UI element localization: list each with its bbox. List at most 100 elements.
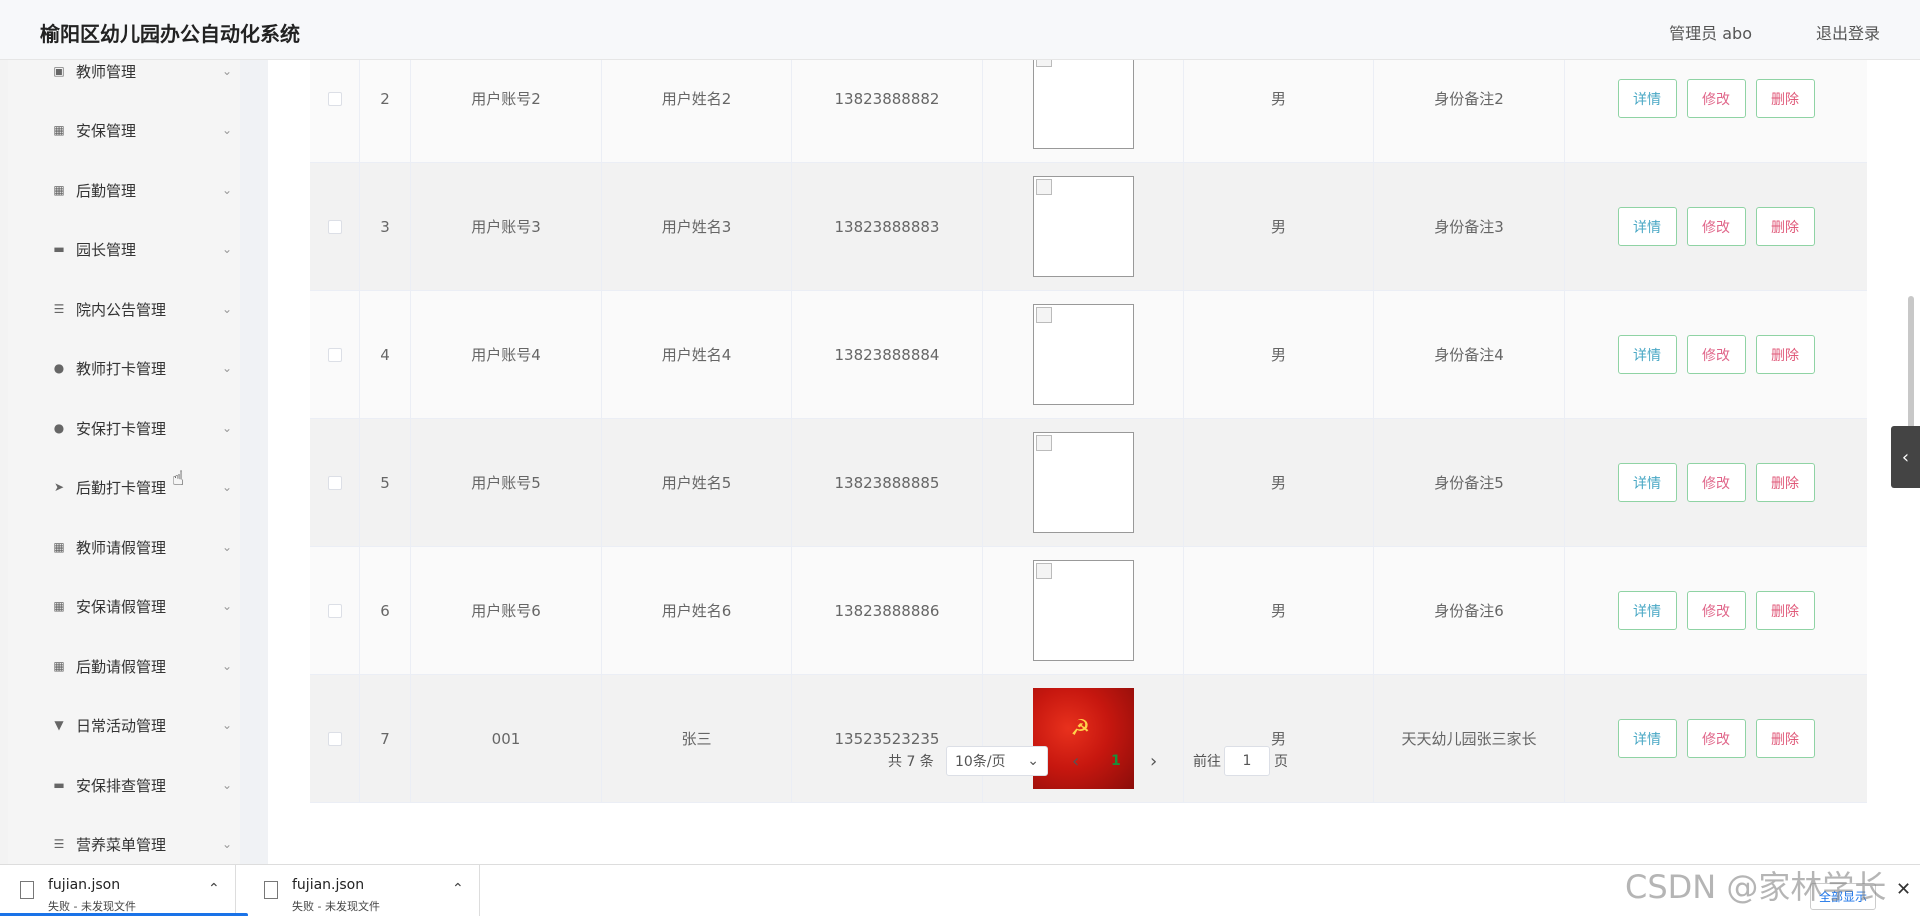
row-checkbox[interactable] <box>327 347 342 362</box>
page-size-value: 10条/页 <box>955 754 1006 770</box>
name-cell: 用户姓名6 <box>602 547 792 674</box>
next-page-button[interactable]: › <box>1150 746 1157 776</box>
mouse-pointer-icon: ☝ <box>172 466 185 490</box>
row-checkbox[interactable] <box>327 603 342 618</box>
grid-icon: ▦ <box>53 123 65 137</box>
row-checkbox-cell <box>310 163 360 290</box>
send-icon: ➤ <box>53 480 65 494</box>
goto-label: 前往 <box>1193 754 1221 770</box>
goto-page-input[interactable]: 1 <box>1224 746 1270 776</box>
photo-cell: ☭ <box>983 675 1184 802</box>
detail-button[interactable]: 详情 <box>1617 463 1677 502</box>
download-item[interactable]: fujian.json 失败 - 未发现文件 ⌃ <box>0 865 248 916</box>
row-checkbox[interactable] <box>327 475 342 490</box>
row-checkbox-cell <box>310 547 360 674</box>
index-cell: 4 <box>360 291 411 418</box>
gender-cell: 男 <box>1184 547 1374 674</box>
prev-page-button[interactable]: ‹ <box>1072 746 1079 776</box>
actions-cell: 详情 修改 删除 <box>1565 163 1867 290</box>
edit-button[interactable]: 修改 <box>1686 591 1746 630</box>
main-content: 2 用户账号2 用户姓名2 13823888882 男 身份备注2 详情 修改 … <box>268 35 1920 864</box>
name-cell: 用户姓名4 <box>602 291 792 418</box>
edit-button[interactable]: 修改 <box>1686 463 1746 502</box>
logout-link[interactable]: 退出登录 <box>1816 20 1880 44</box>
edit-button[interactable]: 修改 <box>1686 207 1746 246</box>
row-checkbox[interactable] <box>327 91 342 106</box>
sidebar-item-principal[interactable]: ▬ 园长管理 ⌄ <box>8 225 240 273</box>
delete-button[interactable]: 删除 <box>1755 79 1815 118</box>
sidebar-item-daily-activity[interactable]: ▼ 日常活动管理 ⌄ <box>8 701 240 749</box>
delete-button[interactable]: 删除 <box>1755 463 1815 502</box>
sidebar-item-nutrition-menu[interactable]: ☰ 营养菜单管理 ⌄ <box>8 820 240 864</box>
edit-button[interactable]: 修改 <box>1686 79 1746 118</box>
row-checkbox[interactable] <box>327 219 342 234</box>
avatar-image <box>1032 176 1134 277</box>
chevron-left-icon: ‹ <box>1901 446 1910 468</box>
sidebar-item-notice[interactable]: ☰ 院内公告管理 ⌄ <box>8 285 240 333</box>
close-icon[interactable]: ✕ <box>1896 879 1911 900</box>
sidebar-item-security-clockin[interactable]: ● 安保打卡管理 ⌄ <box>8 404 240 452</box>
sidebar-item-teacher[interactable]: ▣ 教师管理 ⌄ <box>8 60 240 95</box>
file-icon <box>264 881 278 899</box>
current-user: 管理员 abo <box>1669 24 1752 43</box>
sidebar-item-label: 教师请假管理 <box>76 538 167 557</box>
chevron-down-icon: ⌄ <box>222 540 233 554</box>
avatar-image <box>1032 304 1134 405</box>
sidebar-item-label: 日常活动管理 <box>76 716 167 735</box>
sidebar-item-logistics-leave[interactable]: ▦ 后勤请假管理 ⌄ <box>8 642 240 690</box>
row-checkbox[interactable] <box>327 731 342 746</box>
collapse-panel-button[interactable]: ‹ <box>1891 426 1920 488</box>
chevron-up-icon[interactable]: ⌃ <box>208 881 220 897</box>
table-row: 6 用户账号6 用户姓名6 13823888886 男 身份备注6 详情 修改 … <box>310 547 1867 675</box>
delete-button[interactable]: 删除 <box>1755 207 1815 246</box>
chevron-up-icon[interactable]: ⌃ <box>452 881 464 897</box>
sidebar-item-logistics[interactable]: ▦ 后勤管理 ⌄ <box>8 166 240 214</box>
avatar-image <box>1032 560 1134 661</box>
sidebar-item-security-leave[interactable]: ▦ 安保请假管理 ⌄ <box>8 582 240 630</box>
detail-button[interactable]: 详情 <box>1617 591 1677 630</box>
sidebar-item-label: 教师管理 <box>76 62 137 81</box>
sidebar-item-teacher-clockin[interactable]: ● 教师打卡管理 ⌄ <box>8 344 240 392</box>
sidebar-item-label: 安保打卡管理 <box>76 419 167 438</box>
download-item[interactable]: fujian.json 失败 - 未发现文件 ⌃ <box>244 865 480 916</box>
sidebar-item-teacher-leave[interactable]: ▦ 教师请假管理 ⌄ <box>8 523 240 571</box>
location-icon: ● <box>53 421 65 435</box>
broken-image-icon <box>1035 179 1052 195</box>
account-cell: 用户账号5 <box>411 419 602 546</box>
delete-button[interactable]: 删除 <box>1755 591 1815 630</box>
note-cell: 身份备注3 <box>1374 163 1565 290</box>
actions-cell: 详情 修改 删除 <box>1565 291 1867 418</box>
sidebar-item-security[interactable]: ▦ 安保管理 ⌄ <box>8 106 240 154</box>
sidebar-item-logistics-clockin[interactable]: ➤ 后勤打卡管理 ⌄ <box>8 463 240 511</box>
sidebar-item-label: 园长管理 <box>76 240 137 259</box>
name-cell: 用户姓名5 <box>602 419 792 546</box>
broken-image-icon <box>1035 307 1052 323</box>
phone-cell: 13523523235 <box>792 675 983 802</box>
download-status: 失败 - 未发现文件 <box>292 900 380 913</box>
list-icon: ☰ <box>53 837 65 851</box>
sidebar-item-label: 安保管理 <box>76 121 137 140</box>
detail-button[interactable]: 详情 <box>1617 79 1677 118</box>
sidebar-item-label: 后勤管理 <box>76 181 137 200</box>
chevron-down-icon: ⌄ <box>222 123 233 137</box>
sidebar-item-label: 营养菜单管理 <box>76 835 167 854</box>
detail-button[interactable]: 详情 <box>1617 207 1677 246</box>
grid-icon: ▦ <box>53 183 65 197</box>
gender-cell: 男 <box>1184 419 1374 546</box>
chevron-down-icon: ⌄ <box>1027 753 1039 769</box>
chevron-down-icon: ⌄ <box>222 778 233 792</box>
phone-cell: 13823888883 <box>792 163 983 290</box>
index-cell: 5 <box>360 419 411 546</box>
current-page[interactable]: 1 <box>1111 746 1121 776</box>
funnel-icon: ▼ <box>54 718 64 732</box>
edit-button[interactable]: 修改 <box>1686 335 1746 374</box>
sidebar-gutter <box>240 60 268 864</box>
photo-cell <box>983 291 1184 418</box>
phone-cell: 13823888886 <box>792 547 983 674</box>
chevron-down-icon: ⌄ <box>222 183 233 197</box>
detail-button[interactable]: 详情 <box>1617 335 1677 374</box>
gender-cell: 男 <box>1184 291 1374 418</box>
page-size-select[interactable]: 10条/页 ⌄ <box>946 746 1048 776</box>
delete-button[interactable]: 删除 <box>1755 335 1815 374</box>
chevron-down-icon: ⌄ <box>222 659 233 673</box>
